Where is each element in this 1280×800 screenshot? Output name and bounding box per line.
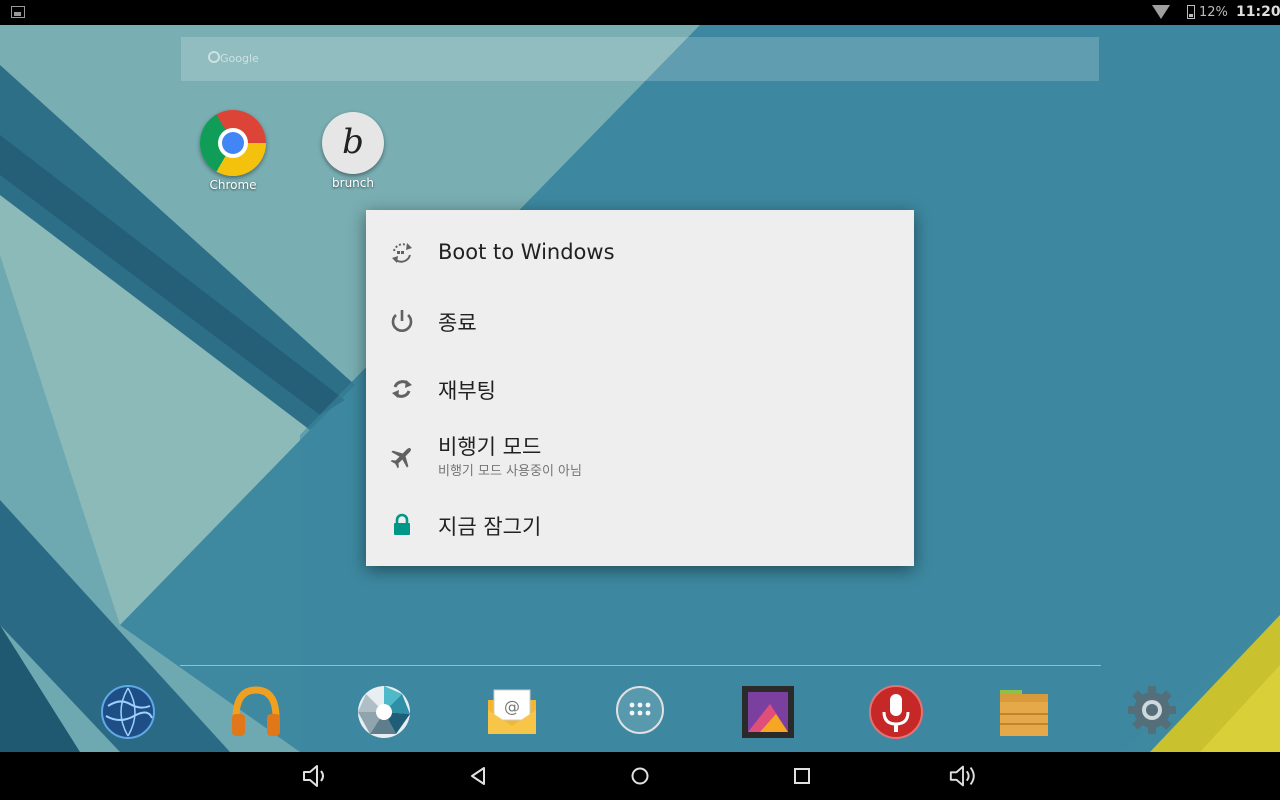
menu-item-reboot[interactable]: 재부팅 [366, 356, 914, 422]
airplane-icon [388, 443, 416, 471]
home-button[interactable] [625, 762, 655, 790]
screenshot-notification-icon [11, 6, 25, 18]
clock: 11:20 [1236, 4, 1280, 20]
menu-item-lock-now[interactable]: 지금 잠그기 [366, 492, 914, 558]
menu-item-airplane-mode[interactable]: 비행기 모드 비행기 모드 사용중이 아님 [366, 424, 914, 490]
back-button[interactable] [463, 762, 493, 790]
chrome-icon [200, 110, 266, 176]
volume-up-button[interactable] [948, 762, 978, 790]
reboot-icon [388, 375, 416, 403]
menu-item-title: 지금 잠그기 [438, 515, 542, 539]
boot-windows-icon [388, 239, 416, 267]
volume-up-icon [949, 765, 975, 787]
browser-globe-icon [101, 685, 155, 739]
menu-item-boot-windows[interactable]: Boot to Windows [366, 220, 914, 286]
back-icon [471, 767, 485, 785]
wifi-icon [1152, 5, 1170, 19]
power-menu-dialog: Boot to Windows 종료 재부팅 비행기 모드 비행기 모드 사용중… [366, 210, 914, 566]
desktop-app-chrome[interactable]: Chrome [188, 110, 278, 192]
menu-item-title: 재부팅 [438, 379, 496, 403]
menu-item-title: 비행기 모드 [438, 435, 542, 459]
battery-icon [1187, 5, 1195, 19]
brunch-icon: b [322, 112, 384, 174]
dock-email[interactable]: @ [484, 684, 540, 740]
svg-text:@: @ [504, 697, 520, 716]
dock-file-manager[interactable] [996, 684, 1052, 740]
dock-camera[interactable] [356, 684, 412, 740]
gallery-icon [742, 686, 794, 738]
app-label: Chrome [209, 178, 257, 192]
dock-settings[interactable] [1124, 684, 1180, 740]
menu-item-subtitle: 비행기 모드 사용중이 아님 [438, 464, 582, 479]
search-icon [208, 51, 220, 63]
dock-browser[interactable] [100, 684, 156, 740]
volume-down-icon [303, 765, 324, 787]
menu-item-power-off[interactable]: 종료 [366, 288, 914, 354]
dock-music[interactable] [228, 684, 284, 740]
power-icon [388, 307, 416, 335]
desktop-app-brunch[interactable]: b brunch [308, 110, 398, 190]
battery-percent: 12% [1199, 5, 1228, 20]
google-search-bar[interactable]: Google [181, 37, 1099, 81]
email-icon: @ [488, 689, 536, 734]
app-drawer-icon [616, 686, 664, 734]
camera-aperture-icon [358, 686, 410, 738]
recents-icon [794, 768, 810, 784]
music-headphones-icon [232, 686, 280, 736]
search-placeholder: Google [220, 52, 259, 65]
status-bar: 12% 11:20 [0, 0, 1280, 25]
dock-gallery[interactable] [740, 684, 796, 740]
navigation-bar [0, 752, 1280, 800]
dock-app-drawer[interactable] [612, 684, 668, 740]
voice-recorder-icon [869, 685, 923, 739]
volume-down-button[interactable] [300, 762, 330, 790]
home-icon [631, 767, 649, 785]
menu-item-title: 종료 [438, 311, 477, 335]
recents-button[interactable] [787, 762, 817, 790]
menu-item-title: Boot to Windows [438, 240, 615, 264]
lock-icon [388, 511, 416, 539]
file-manager-icon [1000, 690, 1048, 736]
settings-gear-icon [1128, 686, 1176, 734]
dock-divider [180, 665, 1101, 666]
app-label: brunch [332, 176, 374, 190]
dock-voice-recorder[interactable] [868, 684, 924, 740]
